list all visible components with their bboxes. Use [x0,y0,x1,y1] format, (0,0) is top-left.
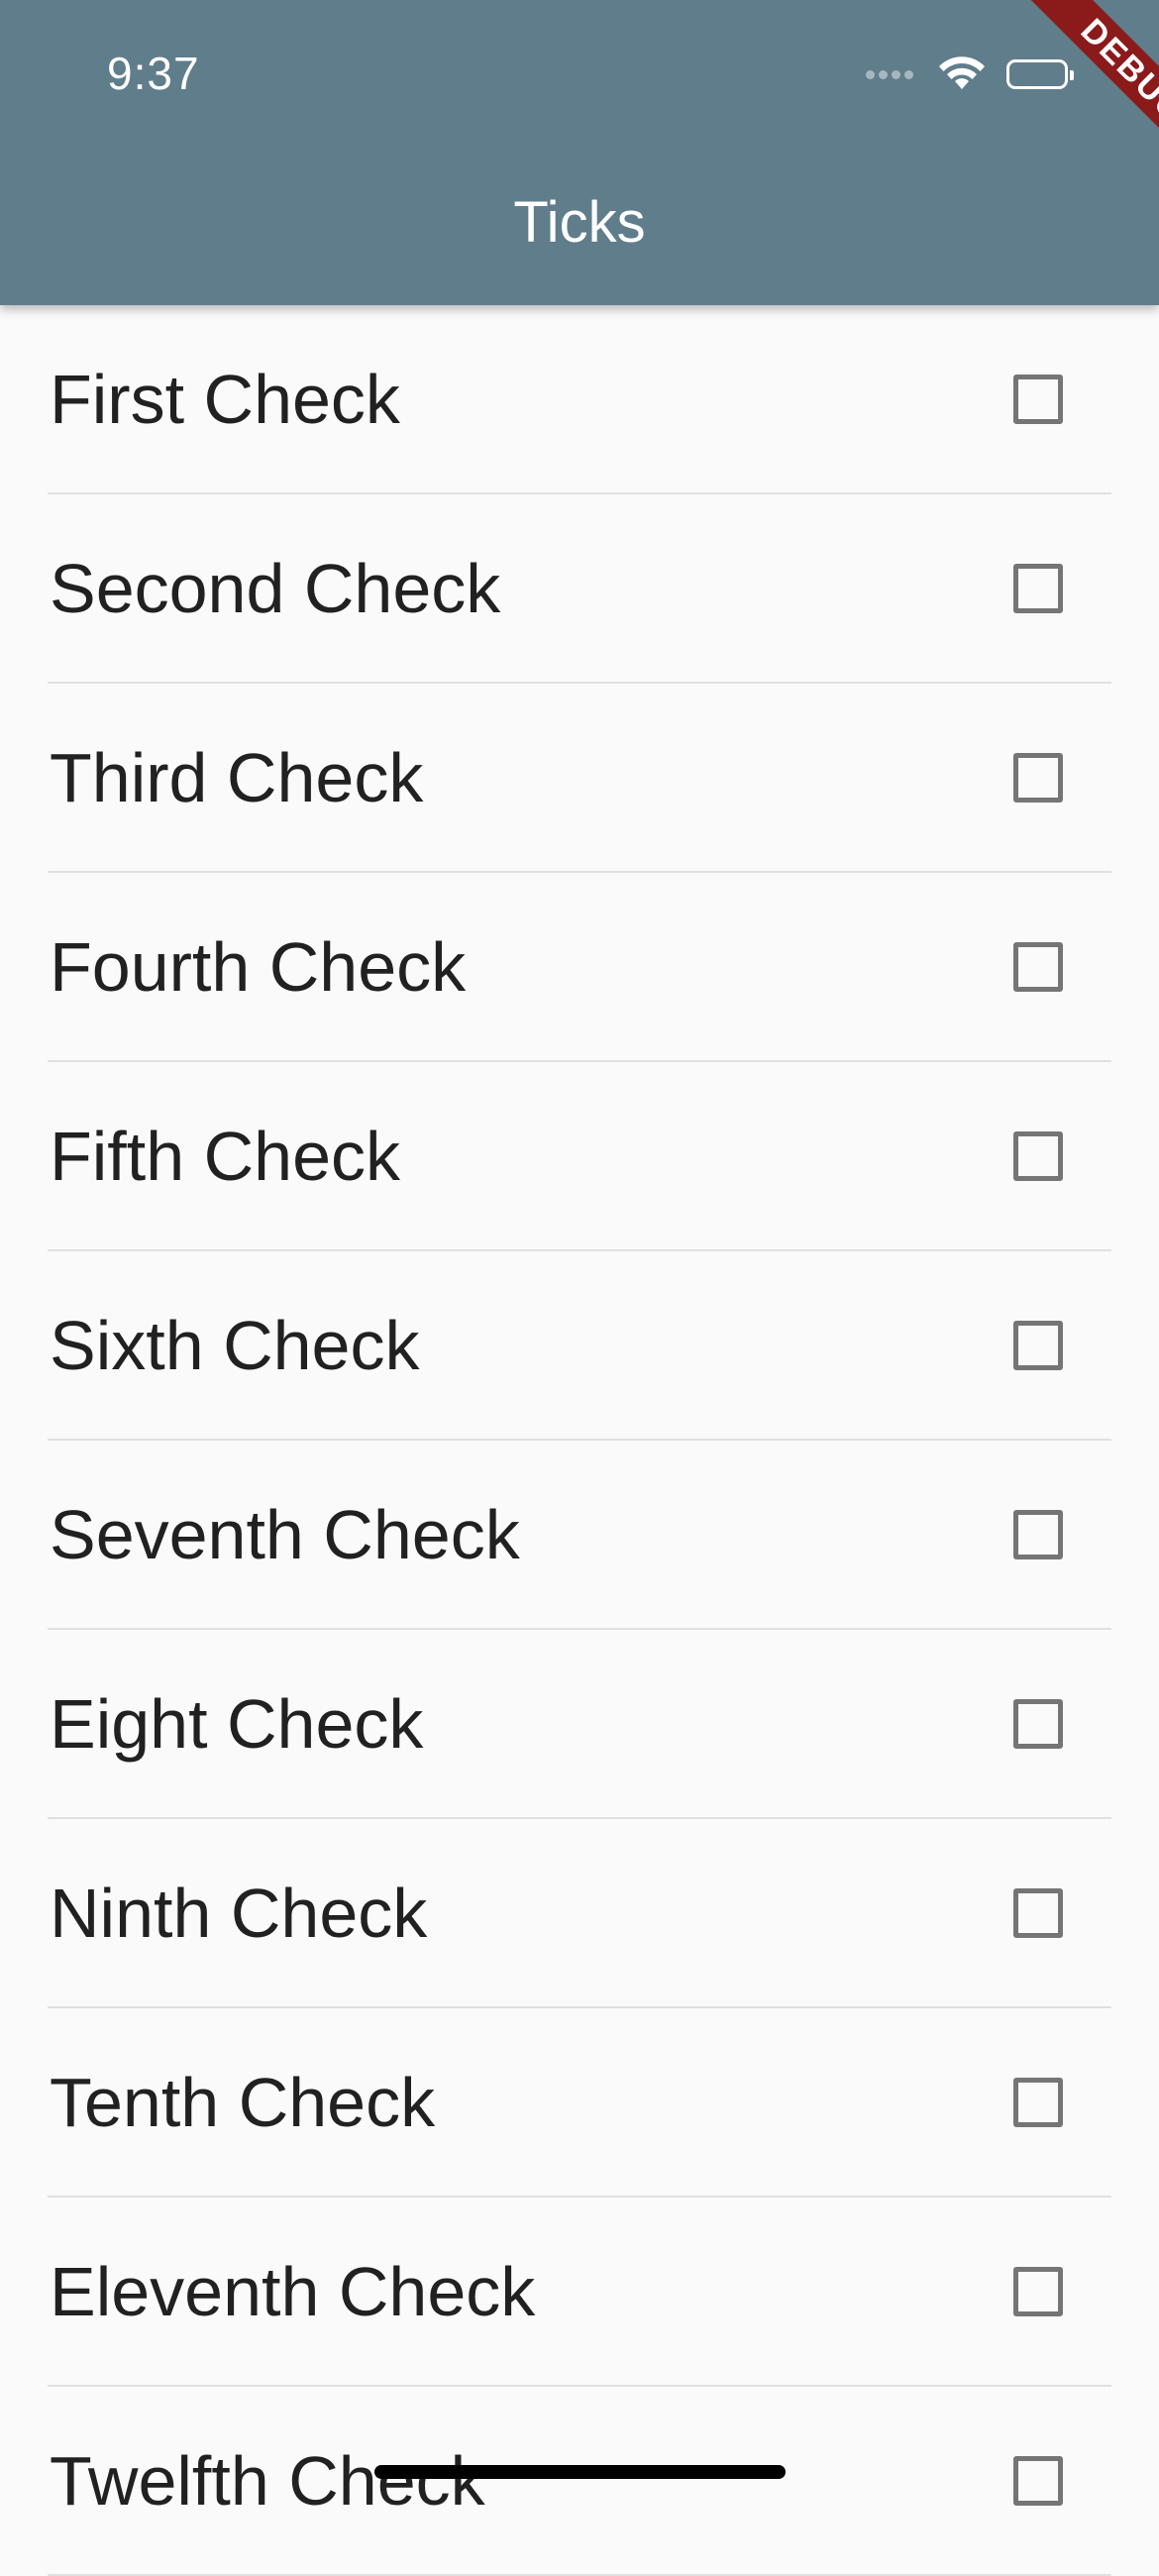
list-item[interactable]: Eight Check [48,1630,1111,1819]
checkbox[interactable] [1013,1131,1063,1181]
checkbox[interactable] [1013,2456,1063,2506]
page-title: Ticks [513,190,646,255]
checkbox[interactable] [1013,564,1063,613]
list-item[interactable]: Sixth Check [48,1251,1111,1441]
status-time: 9:37 [107,48,200,99]
list-item-label: First Check [50,361,400,438]
home-indicator[interactable] [374,2465,786,2479]
list-item-label: Sixth Check [50,1307,420,1384]
list-item[interactable]: Fourth Check [48,873,1111,1062]
list-item-label: Ninth Check [50,1875,428,1952]
checkbox[interactable] [1013,2078,1063,2127]
checkbox[interactable] [1013,1699,1063,1749]
list-item-label: Fifth Check [50,1118,400,1195]
list-item-label: Third Check [50,739,424,816]
list-item-label: Second Check [50,550,501,627]
checkbox[interactable] [1013,375,1063,424]
list-item-label: Tenth Check [50,2064,436,2141]
list-item-label: Twelfth Check [50,2442,485,2520]
list-item-label: Eight Check [50,1685,424,1763]
list-item[interactable]: Second Check [48,494,1111,684]
list-item[interactable]: Twelfth Check [48,2387,1111,2576]
checkbox[interactable] [1013,1510,1063,1559]
cellular-signal-icon [866,69,917,79]
checkbox[interactable] [1013,1888,1063,1938]
list-item[interactable]: Third Check [48,684,1111,873]
checklist: First Check Second Check Third Check Fou… [0,305,1159,2576]
list-item[interactable]: Eleventh Check [48,2198,1111,2387]
checkbox[interactable] [1013,1321,1063,1370]
checkbox[interactable] [1013,753,1063,803]
list-item-label: Seventh Check [50,1496,520,1573]
wifi-icon [939,56,985,89]
list-item[interactable]: Ninth Check [48,1819,1111,2008]
battery-icon [1006,59,1074,89]
list-item-label: Fourth Check [50,928,467,1006]
list-item[interactable]: Fifth Check [48,1062,1111,1251]
app-bar: 9:37 Ticks [0,0,1159,305]
list-item[interactable]: Seventh Check [48,1441,1111,1630]
list-item[interactable]: First Check [48,305,1111,494]
checkbox[interactable] [1013,2267,1063,2316]
list-item-label: Eleventh Check [50,2253,536,2330]
status-icons [866,50,1074,99]
checkbox[interactable] [1013,942,1063,992]
list-item[interactable]: Tenth Check [48,2008,1111,2198]
